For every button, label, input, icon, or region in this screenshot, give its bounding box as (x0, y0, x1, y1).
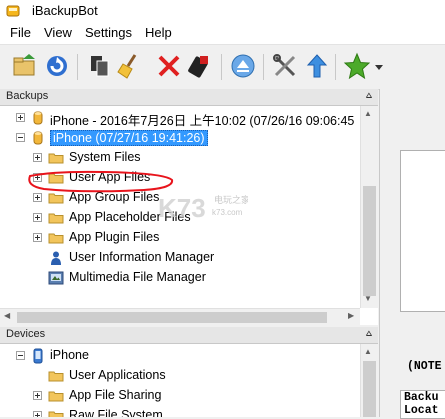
device-cylinder-icon (30, 130, 46, 146)
open-folder-icon[interactable] (11, 52, 39, 80)
window-title: iBackupBot (32, 3, 98, 18)
tree-item-label: System Files (69, 150, 141, 164)
upload-arrow-icon[interactable] (303, 52, 331, 80)
tree-row-user-applications[interactable]: User Applications (0, 366, 360, 386)
svg-text:k73.com: k73.com (212, 208, 243, 217)
toolbar (0, 45, 445, 90)
tree-row-backup-2[interactable]: iPhone (07/27/16 19:41:26) (0, 128, 378, 148)
devices-tree: iPhone User Applications App File Sharin… (0, 344, 378, 417)
title-bar: iBackupBot (0, 0, 445, 22)
tree-row-system-files[interactable]: System Files (0, 148, 378, 168)
tree-row-backup-1[interactable]: iPhone - 2016年7月26日 上午10:02 (07/26/16 09… (0, 108, 378, 128)
scrollbar-thumb[interactable] (363, 361, 376, 417)
tree-row-multimedia-file-manager[interactable]: Multimedia File Manager (0, 268, 378, 288)
backups-pane-title: Backups (6, 90, 49, 102)
menu-view[interactable]: View (44, 25, 72, 40)
scroll-left-arrow-icon[interactable]: ◀ (4, 311, 10, 320)
backups-vertical-scrollbar[interactable]: ▲ ▼ (360, 106, 379, 308)
copy-icon[interactable] (86, 52, 114, 80)
devices-vertical-scrollbar[interactable]: ▲ (360, 344, 379, 417)
expand-toggle[interactable] (33, 233, 42, 242)
tools-icon[interactable] (271, 52, 299, 80)
collapse-toggle[interactable] (16, 351, 25, 360)
scroll-right-arrow-icon[interactable]: ▶ (348, 311, 354, 320)
menu-file[interactable]: File (10, 25, 31, 40)
folder-icon (48, 368, 64, 384)
tree-item-label: App File Sharing (69, 388, 162, 402)
multimedia-icon (48, 270, 64, 286)
scrollbar-thumb[interactable] (363, 186, 376, 296)
tree-item-label: User Information Manager (69, 250, 215, 264)
backups-horizontal-scrollbar[interactable]: ◀ ▶ (0, 308, 360, 326)
phone-icon (30, 348, 46, 364)
user-icon (48, 250, 64, 266)
app-icon (6, 5, 20, 17)
expand-toggle[interactable] (33, 411, 42, 417)
eject-icon[interactable] (229, 52, 257, 80)
devices-pane-title: Devices (6, 328, 46, 340)
menu-help[interactable]: Help (145, 25, 172, 40)
tree-row-device-iphone[interactable]: iPhone (0, 346, 360, 366)
folder-icon (48, 230, 64, 246)
tree-row-app-file-sharing[interactable]: App File Sharing (0, 386, 360, 406)
expand-toggle[interactable] (33, 153, 42, 162)
annotation-circle (28, 170, 174, 193)
backup-label: Backu (404, 391, 439, 404)
tree-row-app-plugin-files[interactable]: App Plugin Files (0, 228, 378, 248)
tree-item-label: User Applications (69, 368, 166, 382)
tree-item-label: iPhone - 2016年7月26日 上午10:02 (07/26/16 09… (50, 114, 355, 128)
expand-toggle[interactable] (16, 113, 25, 122)
devices-pane-header: Devices ⩟ (0, 327, 378, 344)
scroll-up-arrow-icon[interactable]: ▲ (364, 347, 372, 356)
delete-icon[interactable] (155, 52, 183, 80)
folder-icon (48, 210, 64, 226)
pin-icon[interactable]: ⩟ (366, 328, 372, 339)
device-cylinder-icon (30, 110, 46, 126)
refresh-icon[interactable] (43, 52, 71, 80)
scroll-up-arrow-icon[interactable]: ▲ (364, 109, 372, 118)
expand-toggle[interactable] (33, 391, 42, 400)
details-info-box: Backu Locat (400, 390, 445, 419)
expand-toggle[interactable] (33, 213, 42, 222)
backups-pane-header: Backups ⩟ (0, 89, 378, 106)
folder-icon (48, 388, 64, 404)
tree-item-label: Multimedia File Manager (69, 270, 206, 284)
watermark-logo: K73 电玩之家 k73.com (156, 189, 250, 228)
menu-bar: File View Settings Help (0, 22, 445, 45)
tree-item-label: App Plugin Files (69, 230, 160, 244)
pin-icon[interactable]: ⩟ (366, 90, 372, 101)
star-icon[interactable] (343, 52, 371, 80)
tree-row-user-information-manager[interactable]: User Information Manager (0, 248, 378, 268)
menu-settings[interactable]: Settings (85, 25, 132, 40)
svg-text:K73: K73 (158, 193, 206, 223)
dropdown-icon[interactable] (373, 52, 385, 80)
collapse-toggle[interactable] (16, 133, 25, 142)
scrollbar-thumb[interactable] (17, 312, 327, 323)
tree-item-label-selected: iPhone (07/27/16 19:41:26) (50, 130, 208, 146)
svg-text:电玩之家: 电玩之家 (214, 194, 248, 205)
folder-icon (48, 408, 64, 417)
expand-toggle[interactable] (33, 193, 42, 202)
tree-item-label: iPhone (50, 348, 89, 362)
note-text: (NOTE (407, 360, 442, 373)
tree-item-label: Raw File System (69, 408, 163, 417)
scroll-down-arrow-icon[interactable]: ▼ (364, 294, 372, 303)
tree-row-raw-file-system[interactable]: Raw File System (0, 406, 360, 417)
device-icon[interactable] (185, 52, 213, 80)
location-label: Locat (404, 404, 439, 417)
folder-icon (48, 150, 64, 166)
broom-icon[interactable] (115, 52, 143, 80)
details-box (400, 150, 445, 312)
